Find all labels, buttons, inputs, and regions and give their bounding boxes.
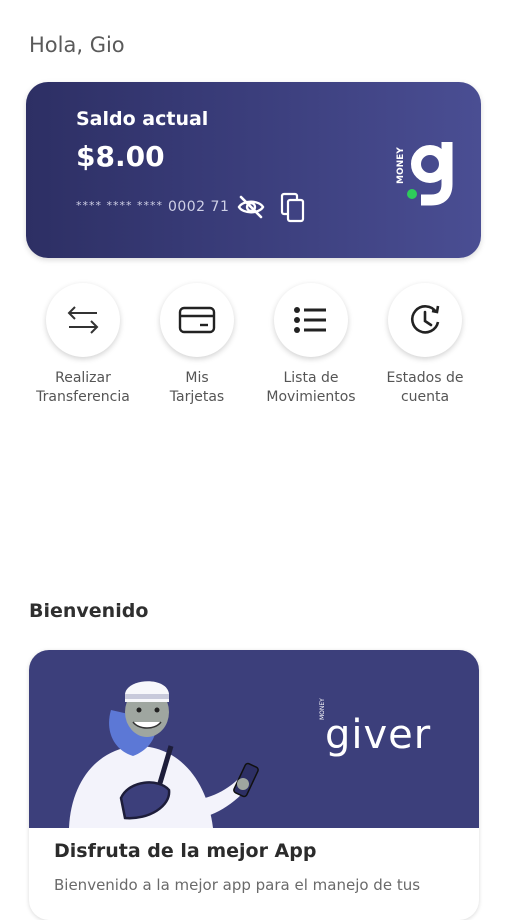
action-transfer-label: Realizar Transferencia	[36, 370, 130, 405]
action-cards-label: Mis Tarjetas	[169, 370, 225, 405]
wordmark-money: MONEY	[319, 698, 326, 720]
money-giver-logo: MONEY	[391, 132, 461, 212]
promo-text: Bienvenido a la mejor app para el manejo…	[54, 876, 421, 894]
promo-banner: MONEY giver	[29, 650, 479, 828]
promo-title: Disfruta de la mejor App	[54, 840, 317, 862]
eye-off-icon[interactable]	[236, 193, 266, 221]
welcome-section-title: Bienvenido	[29, 600, 149, 622]
card-number-suffix: 0002 71	[167, 199, 230, 215]
action-statements-label: Estados de cuenta	[386, 370, 464, 405]
wordmark-giver: giver	[325, 712, 432, 758]
action-statements[interactable]: Estados de cuenta	[366, 283, 484, 407]
promo-card[interactable]: MONEY giver Disfruta de la mejor App Bie…	[29, 650, 479, 920]
greeting: Hola, Gio	[29, 33, 125, 57]
card-number-mask: **** **** ****	[76, 199, 163, 212]
transfer-arrows-icon[interactable]	[46, 283, 120, 357]
balance-label: Saldo actual	[76, 108, 209, 130]
action-movements-label: Lista de Movimientos	[266, 370, 356, 405]
action-cards[interactable]: Mis Tarjetas	[138, 283, 256, 407]
person-illustration	[69, 681, 259, 828]
giver-wordmark: MONEY giver	[319, 698, 432, 758]
balance-card[interactable]: Saldo actual $8.00 **** **** **** 0002 7…	[26, 82, 481, 258]
card-number: **** **** **** 0002 71	[76, 199, 229, 215]
action-transfer[interactable]: Realizar Transferencia	[24, 283, 142, 407]
clock-icon[interactable]	[388, 283, 462, 357]
balance-amount: $8.00	[76, 140, 165, 173]
copy-icon[interactable]	[279, 192, 307, 224]
quick-actions: Realizar Transferencia Mis Tarjetas Lista …	[0, 283, 506, 423]
logo-money-text: MONEY	[396, 147, 406, 184]
action-movements[interactable]: Lista de Movimientos	[252, 283, 370, 407]
credit-card-icon[interactable]	[160, 283, 234, 357]
list-icon[interactable]	[274, 283, 348, 357]
